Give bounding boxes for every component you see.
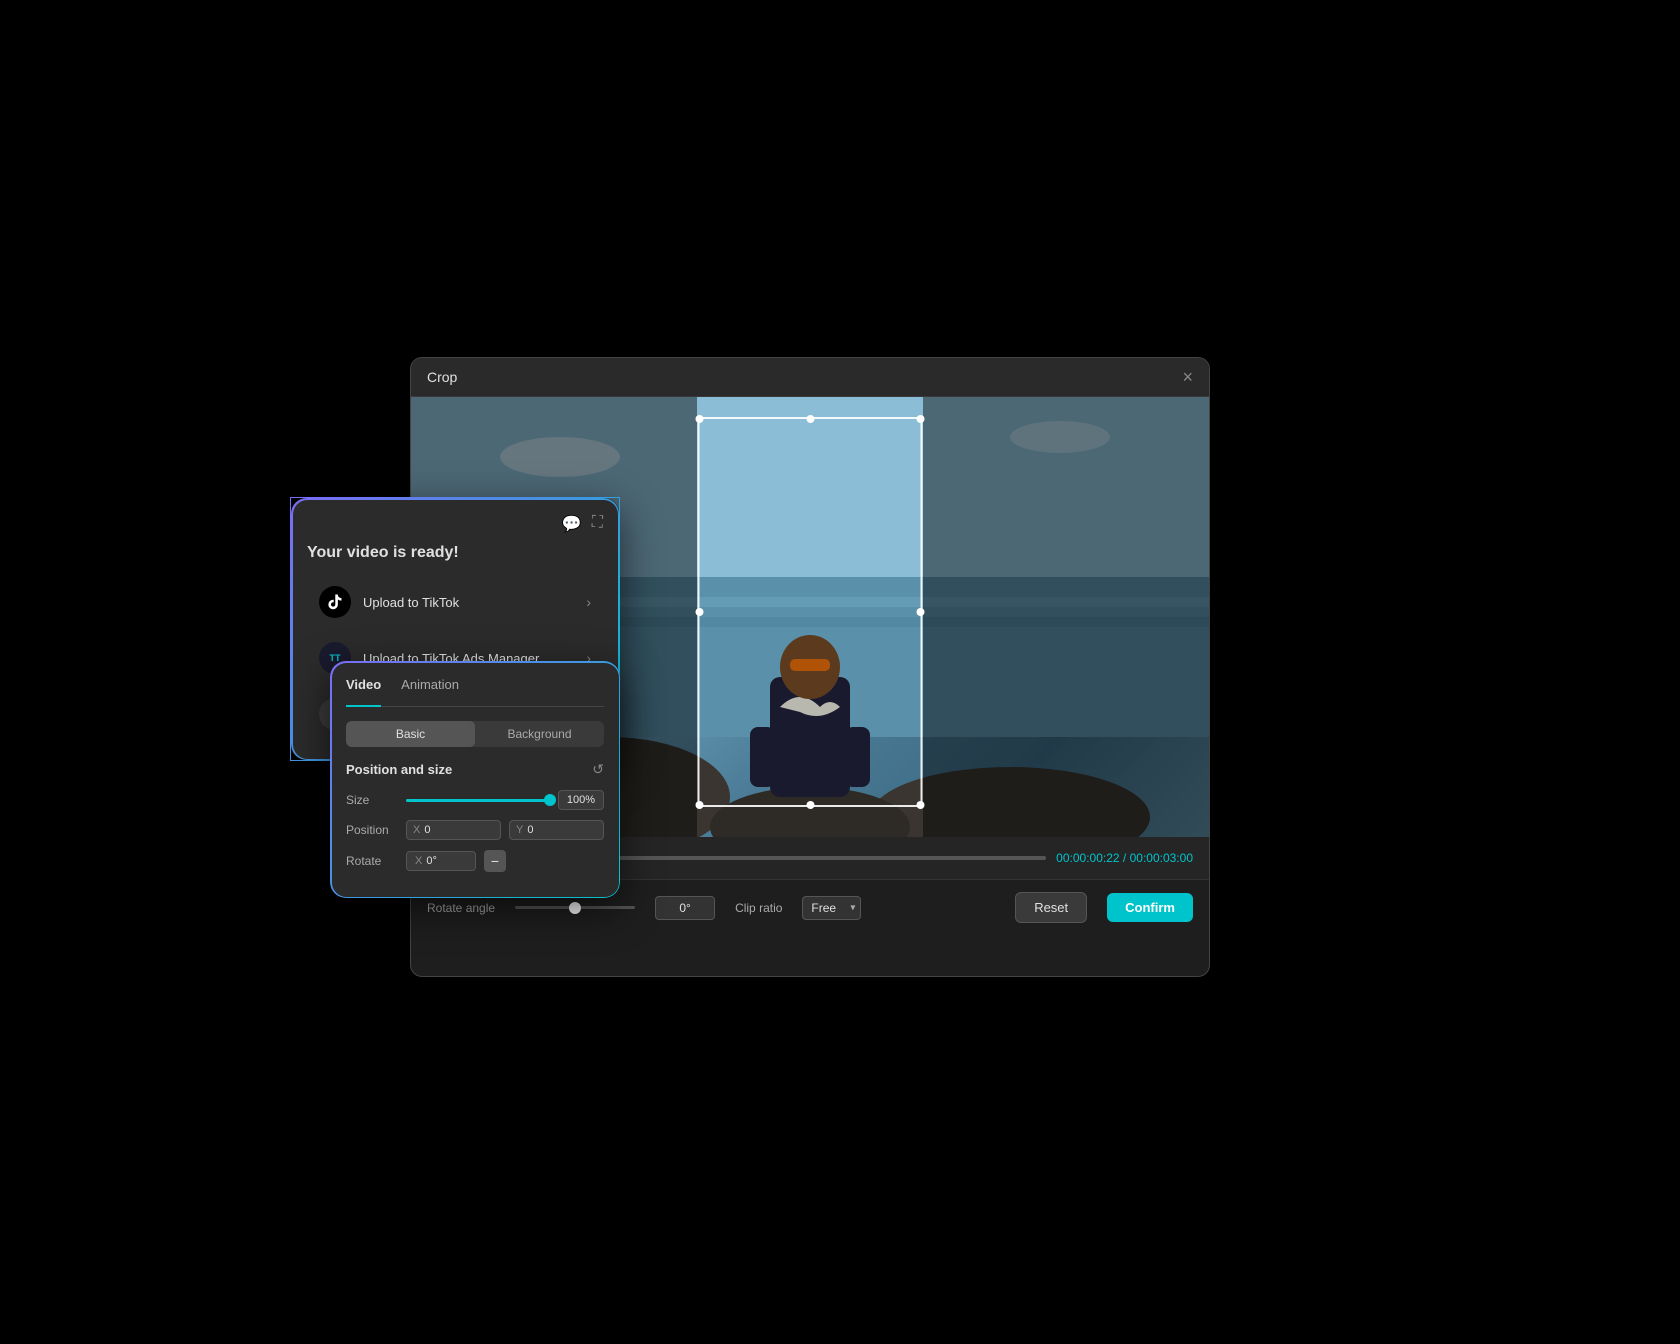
size-value: 100% <box>558 790 604 810</box>
panel-top-icons: 💬 ⛶ <box>307 514 603 534</box>
size-slider-thumb[interactable] <box>544 794 556 806</box>
crop-handle-br[interactable] <box>917 801 925 809</box>
dim-right <box>923 397 1209 837</box>
current-time: 00:00:00:22 <box>1056 851 1119 865</box>
rotate-slider-track[interactable] <box>515 906 635 909</box>
time-separator: / <box>1120 851 1130 865</box>
clip-ratio-label: Clip ratio <box>735 901 782 915</box>
crop-titlebar: Crop × <box>411 358 1209 397</box>
rotate-angle-input[interactable]: 0° <box>655 896 715 920</box>
reset-position-icon[interactable]: ↺ <box>592 761 604 778</box>
ready-text: Your video is ready! <box>307 544 603 562</box>
mode-selector: Basic Background <box>346 721 604 747</box>
crop-handle-mr[interactable] <box>917 608 925 616</box>
crop-handle-bl[interactable] <box>696 801 704 809</box>
rotate-x-input[interactable]: X 0° <box>406 851 476 871</box>
rotate-minus-button[interactable]: − <box>484 850 506 872</box>
rotate-row: Rotate X 0° − <box>346 850 604 872</box>
position-inputs: X 0 Y 0 <box>406 820 604 840</box>
confirm-button[interactable]: Confirm <box>1107 893 1193 922</box>
tiktok-icon <box>319 586 351 618</box>
size-slider[interactable] <box>406 799 550 802</box>
size-row: Size 100% <box>346 790 604 810</box>
position-size-title: Position and size <box>346 762 452 777</box>
crop-title: Crop <box>427 369 457 385</box>
rotate-x-value: 0° <box>426 855 437 867</box>
clip-ratio-select-wrapper: Free 16:9 9:16 1:1 4:3 <box>802 896 861 920</box>
expand-icon[interactable]: ⛶ <box>592 514 603 534</box>
crop-handle-tc[interactable] <box>806 415 814 423</box>
tab-video[interactable]: Video <box>346 677 381 707</box>
props-tabs: Video Animation <box>346 677 604 707</box>
upload-tiktok-option[interactable]: Upload to TikTok › <box>307 576 603 628</box>
pos-y-value: 0 <box>527 824 533 836</box>
crop-overlay[interactable] <box>698 417 923 807</box>
mode-basic-button[interactable]: Basic <box>346 721 475 747</box>
size-label: Size <box>346 793 398 807</box>
size-slider-fill <box>406 799 550 802</box>
position-x-input[interactable]: X 0 <box>406 820 501 840</box>
pos-x-label: X <box>413 824 420 836</box>
time-display: 00:00:00:22 / 00:00:03:00 <box>1056 851 1193 865</box>
rotate-slider-thumb[interactable] <box>569 902 581 914</box>
tiktok-chevron: › <box>586 594 591 610</box>
crop-handle-tl[interactable] <box>696 415 704 423</box>
props-panel: Video Animation Basic Background Positio… <box>330 661 620 898</box>
close-button[interactable]: × <box>1182 368 1193 386</box>
rotate-angle-label: Rotate angle <box>427 901 495 915</box>
position-y-input[interactable]: Y 0 <box>509 820 604 840</box>
rotate-x-label: X <box>415 855 422 867</box>
crop-handle-ml[interactable] <box>696 608 704 616</box>
reset-button[interactable]: Reset <box>1015 892 1087 923</box>
rotate-inputs: X 0° − <box>406 850 506 872</box>
clip-ratio-select[interactable]: Free 16:9 9:16 1:1 4:3 <box>802 896 861 920</box>
rotate-slider-container <box>515 906 635 909</box>
pos-y-label: Y <box>516 824 523 836</box>
tiktok-label: Upload to TikTok <box>363 595 586 610</box>
size-slider-container: 100% <box>406 790 604 810</box>
total-time: 00:00:03:00 <box>1130 851 1193 865</box>
scene: Crop × <box>290 297 1390 1047</box>
crop-handle-tr[interactable] <box>917 415 925 423</box>
tab-animation[interactable]: Animation <box>401 677 459 698</box>
rotate-label: Rotate <box>346 854 398 868</box>
crop-handle-bc[interactable] <box>806 801 814 809</box>
position-label: Position <box>346 823 398 837</box>
pos-x-value: 0 <box>424 824 430 836</box>
position-row: Position X 0 Y 0 <box>346 820 604 840</box>
mode-background-button[interactable]: Background <box>475 721 604 747</box>
position-size-header: Position and size ↺ <box>346 761 604 778</box>
comment-icon: 💬 <box>562 514 582 534</box>
